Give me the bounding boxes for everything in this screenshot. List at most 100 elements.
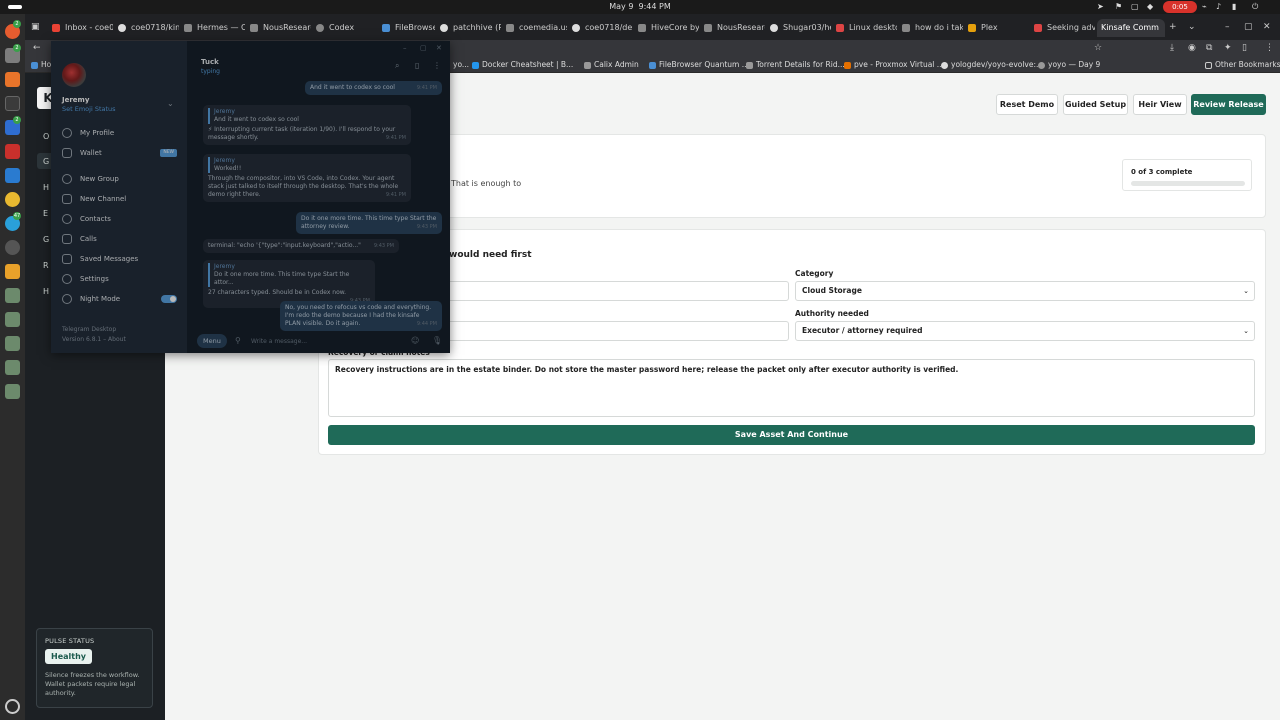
- close-window-icon[interactable]: ✕: [1263, 22, 1271, 32]
- bookmark-yoyo-evolve[interactable]: yologdev/yoyo-evolve:...: [941, 60, 1043, 69]
- webapp-icon-4[interactable]: [5, 360, 20, 375]
- bookmark-star-icon[interactable]: ☆: [1094, 43, 1102, 53]
- tg-close-icon[interactable]: ✕: [436, 44, 442, 52]
- tab-shugar[interactable]: Shugar03/he: [767, 19, 831, 37]
- nav-item-7[interactable]: H: [43, 287, 49, 296]
- recovery-notes-textarea[interactable]: Recovery instructions are in the estate …: [328, 359, 1255, 417]
- extensions-puzzle-icon[interactable]: ✦: [1224, 43, 1232, 53]
- download-icon[interactable]: ⤓: [1170, 43, 1174, 53]
- nav-item-3[interactable]: H: [43, 183, 49, 192]
- filezilla-icon[interactable]: [5, 144, 20, 159]
- tab-nousresearch-2[interactable]: NousResearc: [701, 19, 765, 37]
- accounts-chevron-icon[interactable]: ⌄: [167, 99, 174, 108]
- guided-setup-button[interactable]: Guided Setup: [1063, 94, 1128, 115]
- screenshot-tray-icon[interactable]: ▢: [1131, 2, 1139, 11]
- tab-seeking-advice[interactable]: Seeking advi: [1031, 19, 1095, 37]
- tg-minimize-icon[interactable]: –: [403, 44, 407, 52]
- back-icon[interactable]: ←: [33, 43, 41, 53]
- obs-icon[interactable]: [5, 240, 20, 255]
- bookmark-torrent[interactable]: Torrent Details for Rid...: [746, 60, 845, 69]
- pin-tray-icon[interactable]: ⚑: [1115, 2, 1122, 11]
- chat-message[interactable]: Jeremy And it went to codex so cool ⚡ Int…: [203, 105, 411, 145]
- menu-calls[interactable]: Calls: [62, 232, 182, 246]
- system-clock[interactable]: May 9 9:44 PM: [0, 2, 1280, 11]
- webapp-icon-1[interactable]: [5, 288, 20, 303]
- bot-menu-button[interactable]: Menu: [197, 334, 227, 348]
- tab-search-icon[interactable]: ▣: [31, 22, 40, 32]
- tab-github-kin[interactable]: coe0718/kin: [115, 19, 179, 37]
- chat-message[interactable]: terminal: "echo '{"type":"input.keyboard…: [203, 239, 399, 253]
- tab-list-chevron-icon[interactable]: ⌄: [1188, 22, 1196, 32]
- bookmark-proxmox[interactable]: pve - Proxmox Virtual ...: [844, 60, 944, 69]
- tg-maximize-icon[interactable]: ▢: [420, 44, 427, 52]
- trash-icon[interactable]: [5, 384, 20, 399]
- nav-item-6[interactable]: R: [43, 261, 49, 270]
- menu-saved-messages[interactable]: Saved Messages: [62, 252, 182, 266]
- webapp-icon-2[interactable]: [5, 312, 20, 327]
- extension-icon[interactable]: ⧉: [1206, 43, 1212, 53]
- volume-icon[interactable]: ♪: [1216, 2, 1221, 11]
- nav-item-4[interactable]: E: [43, 209, 48, 218]
- tab-nousresearch[interactable]: NousResearc: [247, 19, 311, 37]
- tab-hermes[interactable]: Hermes — C: [181, 19, 245, 37]
- new-tab-icon[interactable]: +: [1169, 22, 1177, 32]
- tab-github-de[interactable]: coe0718/de: [569, 19, 633, 37]
- terminal-icon[interactable]: [5, 96, 20, 111]
- nav-item-2[interactable]: G: [43, 157, 49, 166]
- bookmark-yoyo-day9[interactable]: yoyo — Day 9: [1038, 60, 1100, 69]
- show-apps-icon[interactable]: [5, 699, 20, 714]
- authority-select[interactable]: Executor / attorney required ⌄: [795, 321, 1255, 341]
- browser-menu-icon[interactable]: ⋮: [1265, 43, 1274, 53]
- asset-detail-input[interactable]: [440, 321, 789, 341]
- save-asset-button[interactable]: Save Asset And Continue: [328, 425, 1255, 445]
- night-mode-toggle[interactable]: [161, 295, 177, 303]
- network-icon[interactable]: ⌁: [1202, 2, 1207, 11]
- menu-settings[interactable]: Settings: [62, 272, 182, 286]
- category-select[interactable]: Cloud Storage ⌄: [795, 281, 1255, 301]
- sidebar-icon[interactable]: ▯: [1242, 43, 1247, 53]
- review-release-button[interactable]: Review Release: [1191, 94, 1266, 115]
- shield-tray-icon[interactable]: ◆: [1147, 2, 1153, 11]
- tab-codex[interactable]: Codex: [313, 19, 377, 37]
- menu-new-group[interactable]: New Group: [62, 172, 182, 186]
- other-bookmarks[interactable]: Other Bookmarks: [1205, 60, 1280, 69]
- bookmark-docker[interactable]: Docker Cheatsheet | B...: [472, 60, 573, 69]
- menu-new-channel[interactable]: New Channel: [62, 192, 182, 206]
- menu-wallet[interactable]: Wallet NEW: [62, 146, 182, 160]
- attach-icon[interactable]: ⚲: [235, 336, 241, 345]
- battery-icon[interactable]: ▮: [1232, 2, 1236, 11]
- chat-sidebar-icon[interactable]: ▯: [415, 61, 419, 70]
- recording-indicator[interactable]: 0:05: [1163, 1, 1197, 13]
- microphone-icon[interactable]: 🎙: [432, 336, 442, 345]
- tab-hivecore[interactable]: HiveCore by: [635, 19, 699, 37]
- tab-linux-desktop[interactable]: Linux deskto: [833, 19, 897, 37]
- bookmark-home[interactable]: Ho: [31, 60, 51, 69]
- chat-message[interactable]: No, you need to refocus vs code and ever…: [280, 301, 442, 331]
- tab-kinsafe[interactable]: Kinsafe Comm: [1097, 19, 1165, 37]
- telegram-tray-icon[interactable]: ➤: [1097, 2, 1104, 11]
- asset-name-input[interactable]: [440, 281, 789, 301]
- chat-title[interactable]: Tuck: [201, 58, 219, 66]
- menu-my-profile[interactable]: My Profile: [62, 126, 182, 140]
- tab-how-do-i[interactable]: how do i take: [899, 19, 963, 37]
- power-icon[interactable]: ⏻: [1252, 2, 1258, 12]
- emoji-icon[interactable]: ☺: [411, 336, 419, 345]
- notes-icon[interactable]: [5, 264, 20, 279]
- chat-search-icon[interactable]: ⌕: [395, 61, 399, 71]
- account-icon[interactable]: ◉: [1188, 43, 1196, 53]
- tab-coemedia[interactable]: coemedia.us | 5: [503, 19, 567, 37]
- reset-demo-button[interactable]: Reset Demo: [996, 94, 1058, 115]
- message-input[interactable]: Write a message...: [251, 338, 307, 345]
- maximize-icon[interactable]: ▢: [1244, 22, 1253, 32]
- chat-message[interactable]: And it went to codex so cool 9:41 PM: [305, 81, 442, 95]
- heir-view-button[interactable]: Heir View: [1133, 94, 1187, 115]
- tab-inbox[interactable]: Inbox - coe0: [49, 19, 113, 37]
- menu-contacts[interactable]: Contacts: [62, 212, 182, 226]
- chat-message[interactable]: Jeremy Worked!! Through the compositor, i…: [203, 154, 411, 202]
- webapp-icon-3[interactable]: [5, 336, 20, 351]
- nav-item-1[interactable]: O: [43, 132, 49, 141]
- user-avatar[interactable]: [62, 63, 86, 87]
- chat-more-icon[interactable]: ⋮: [433, 61, 441, 70]
- bookmark-filebrowser[interactable]: FileBrowser Quantum ...: [649, 60, 749, 69]
- chat-message[interactable]: Do it one more time. This time type Star…: [296, 212, 442, 234]
